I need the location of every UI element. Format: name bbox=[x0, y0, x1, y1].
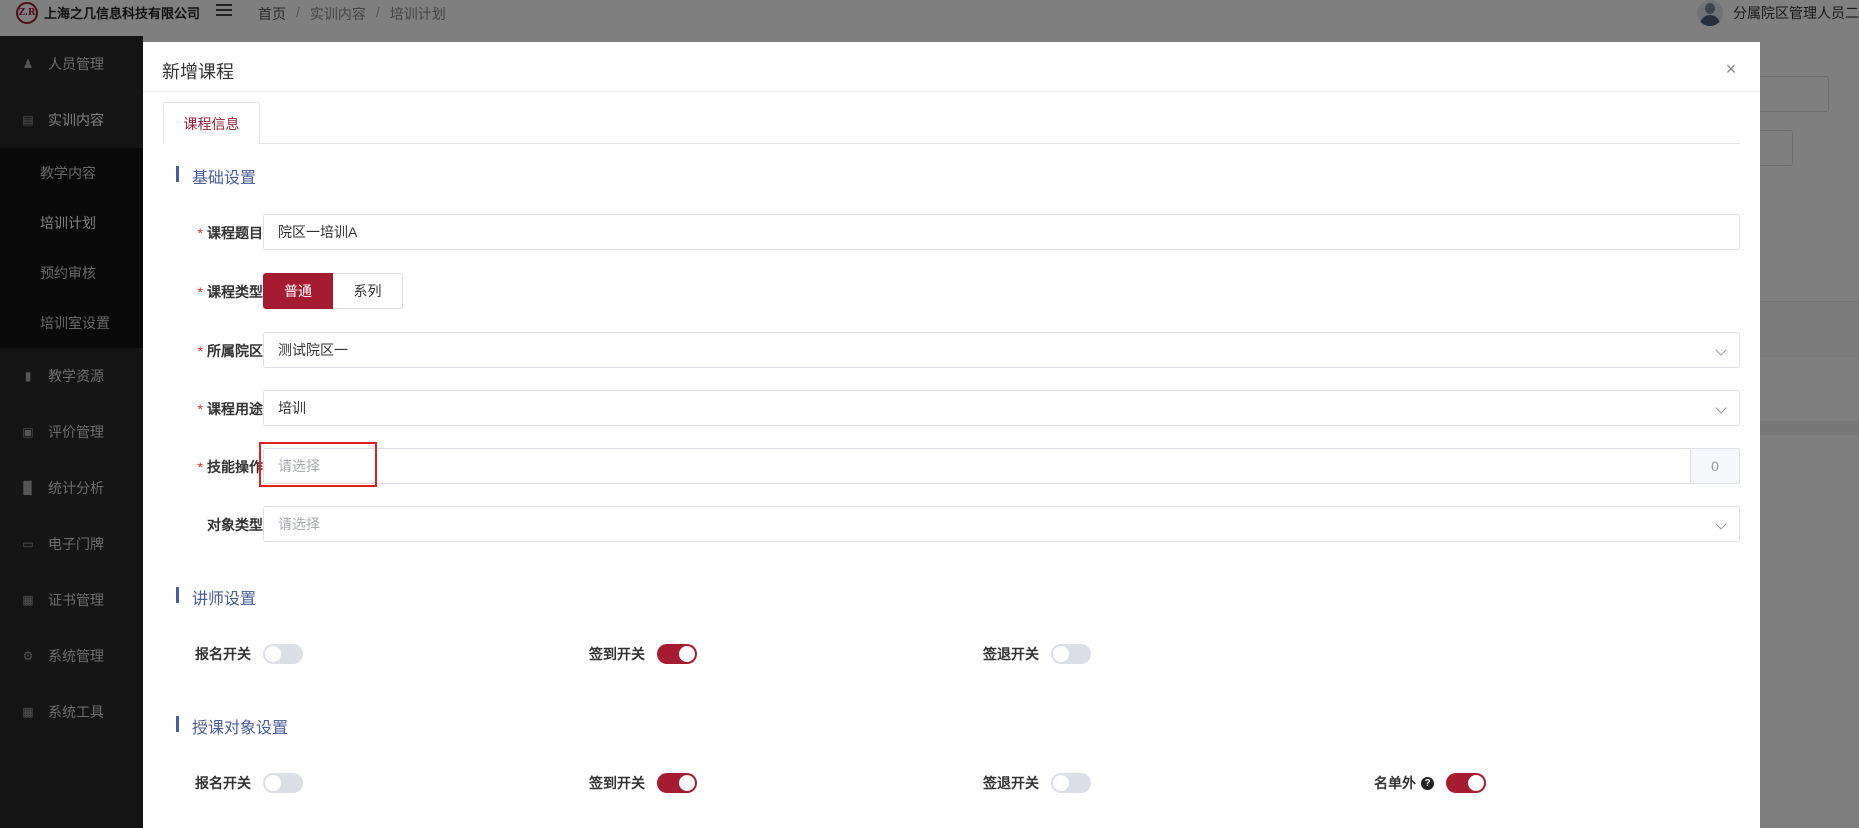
course-title-label: * 课程题目 bbox=[197, 225, 263, 241]
skill-count-badge: 0 bbox=[1690, 448, 1740, 484]
object-type-placeholder: 请选择 bbox=[278, 516, 320, 532]
switch-label: 签到开关 bbox=[589, 775, 645, 791]
chevron-down-icon bbox=[1715, 344, 1727, 356]
dialog-header: 新增课程 × bbox=[143, 42, 1760, 92]
usage-label: * 课程用途 bbox=[197, 401, 263, 417]
switch-label: 签到开关 bbox=[589, 646, 645, 662]
form-row-usage: * 课程用途 培训 bbox=[143, 390, 1760, 426]
switch-label: 报名开关 bbox=[195, 646, 251, 662]
tab-bar: 课程信息 bbox=[163, 102, 1740, 145]
highlight-box bbox=[259, 442, 377, 487]
audience-checkout-switch: 签退开关 bbox=[983, 771, 1091, 795]
course-type-normal-button[interactable]: 普通 bbox=[263, 273, 333, 309]
checkout-toggle[interactable] bbox=[1051, 644, 1091, 664]
checkin-toggle[interactable] bbox=[657, 773, 697, 793]
outside-list-toggle[interactable] bbox=[1446, 773, 1486, 793]
switch-label: 报名开关 bbox=[195, 775, 251, 791]
signup-toggle[interactable] bbox=[263, 644, 303, 664]
section-lecturer-settings: 讲师设置 bbox=[176, 585, 256, 609]
signup-toggle[interactable] bbox=[263, 773, 303, 793]
audience-switch-row: 报名开关 签到开关 签退开关 名单外 ? bbox=[143, 771, 1760, 795]
checkout-toggle[interactable] bbox=[1051, 773, 1091, 793]
form-row-skill: * 技能操作 请选择 0 bbox=[143, 442, 1760, 487]
switch-label: 签退开关 bbox=[983, 646, 1039, 662]
audience-signup-switch: 报名开关 bbox=[195, 771, 303, 795]
switch-label: 名单外 bbox=[1374, 775, 1416, 791]
campus-select[interactable]: 测试院区一 bbox=[263, 332, 1740, 368]
campus-label: * 所属院区 bbox=[197, 343, 263, 359]
object-type-select[interactable]: 请选择 bbox=[263, 506, 1740, 542]
form-row-course-type: * 课程类型 普通 系列 bbox=[143, 273, 1760, 309]
form-row-object-type: 对象类型 请选择 bbox=[143, 506, 1760, 542]
add-course-dialog: 新增课程 × 课程信息 基础设置 * 课程题目 院区一培训A * 课程类型 普通 系… bbox=[143, 42, 1760, 828]
chevron-down-icon bbox=[1715, 518, 1727, 530]
lecturer-switch-row: 报名开关 签到开关 签退开关 bbox=[143, 642, 1760, 666]
checkin-toggle[interactable] bbox=[657, 644, 697, 664]
question-circle-icon[interactable]: ? bbox=[1421, 776, 1434, 790]
chevron-down-icon bbox=[1715, 402, 1727, 414]
form-row-campus: * 所属院区 测试院区一 bbox=[143, 332, 1760, 368]
dialog-title: 新增课程 bbox=[162, 62, 234, 82]
audience-outside-list-switch: 名单外 ? bbox=[1374, 771, 1486, 795]
lecturer-signup-switch: 报名开关 bbox=[195, 642, 303, 666]
course-title-input[interactable]: 院区一培训A bbox=[263, 214, 1740, 250]
section-audience-settings: 授课对象设置 bbox=[176, 714, 288, 738]
usage-value: 培训 bbox=[278, 400, 306, 416]
tab-course-info[interactable]: 课程信息 bbox=[163, 102, 260, 145]
audience-checkin-switch: 签到开关 bbox=[589, 771, 697, 795]
lecturer-checkout-switch: 签退开关 bbox=[983, 642, 1091, 666]
course-type-label: * 课程类型 bbox=[197, 284, 263, 300]
skill-label: * 技能操作 bbox=[197, 459, 263, 475]
skill-select-input[interactable]: 请选择 0 bbox=[263, 448, 1740, 484]
object-type-label: 对象类型 bbox=[207, 517, 263, 533]
section-basic-settings: 基础设置 bbox=[176, 164, 256, 188]
lecturer-checkin-switch: 签到开关 bbox=[589, 642, 697, 666]
switch-label: 签退开关 bbox=[983, 775, 1039, 791]
campus-value: 测试院区一 bbox=[278, 342, 348, 358]
course-type-radio-group: 普通 系列 bbox=[263, 273, 403, 309]
course-type-series-button[interactable]: 系列 bbox=[333, 273, 403, 309]
close-icon[interactable]: × bbox=[1724, 60, 1738, 78]
form-row-course-title: * 课程题目 院区一培训A bbox=[143, 214, 1760, 250]
usage-select[interactable]: 培训 bbox=[263, 390, 1740, 426]
